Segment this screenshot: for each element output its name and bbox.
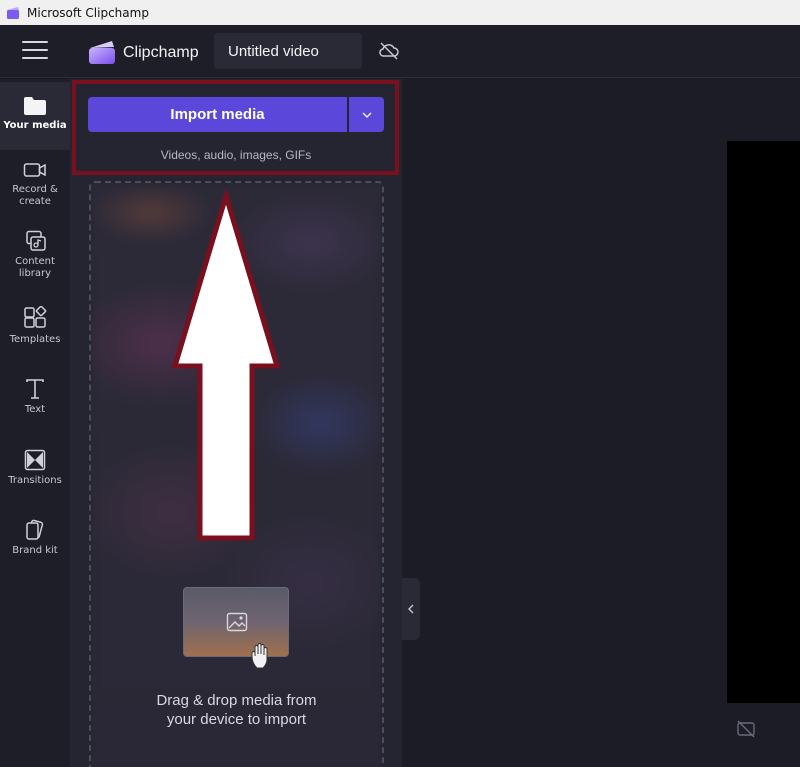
video-preview[interactable] — [727, 141, 800, 703]
brand-kit-icon — [26, 519, 44, 540]
templates-icon — [24, 306, 47, 328]
sidebar-item-transitions[interactable]: Transitions — [0, 449, 70, 493]
hamburger-icon[interactable] — [22, 41, 48, 63]
text-icon — [26, 379, 44, 399]
app-header: Clipchamp Untitled video — [0, 25, 800, 78]
brand-name: Clipchamp — [123, 44, 199, 61]
window-titlebar: Microsoft Clipchamp — [0, 0, 800, 25]
collapse-panel-button[interactable] — [402, 578, 420, 640]
clipchamp-logo-icon — [89, 41, 115, 64]
sidebar-item-content-library[interactable]: Content library — [0, 230, 70, 286]
sidebar-item-label: Content library — [15, 256, 55, 279]
image-icon — [226, 612, 248, 632]
sidebar-item-label: Record & create — [12, 184, 58, 207]
highlight-box — [72, 80, 399, 175]
video-title-field[interactable]: Untitled video — [214, 33, 362, 69]
sidebar-item-label: Transitions — [8, 475, 62, 486]
window-title: Microsoft Clipchamp — [27, 5, 149, 20]
sidebar-item-your-media[interactable]: Your media — [0, 82, 70, 150]
library-icon — [26, 230, 46, 251]
sidebar-item-label: Your media — [3, 120, 67, 131]
sidebar-item-record-create[interactable]: Record & create — [0, 160, 70, 216]
sidebar-item-brand-kit[interactable]: Brand kit — [0, 519, 70, 563]
clipchamp-app-icon — [7, 6, 19, 19]
sidebar-item-templates[interactable]: Templates — [0, 306, 70, 352]
sidebar-item-label: Text — [24, 404, 46, 415]
drop-text-line-1: Drag & drop media from — [156, 692, 317, 709]
transitions-icon — [24, 449, 46, 471]
instruction-arrow-icon — [171, 190, 281, 541]
sidebar-item-label: Brand kit — [12, 545, 58, 556]
drop-instructions: Drag & drop media from your device to im… — [90, 691, 383, 729]
preview-off-icon[interactable] — [736, 720, 756, 738]
sidebar-item-label: Templates — [9, 334, 61, 345]
chevron-left-icon — [408, 604, 414, 614]
grab-hand-icon — [251, 643, 268, 669]
folder-icon — [24, 97, 46, 115]
cloud-off-icon[interactable] — [378, 41, 400, 61]
sidebar-item-text[interactable]: Text — [0, 378, 70, 422]
camera-icon — [23, 163, 46, 177]
drop-text-line-2: your device to import — [166, 711, 307, 728]
